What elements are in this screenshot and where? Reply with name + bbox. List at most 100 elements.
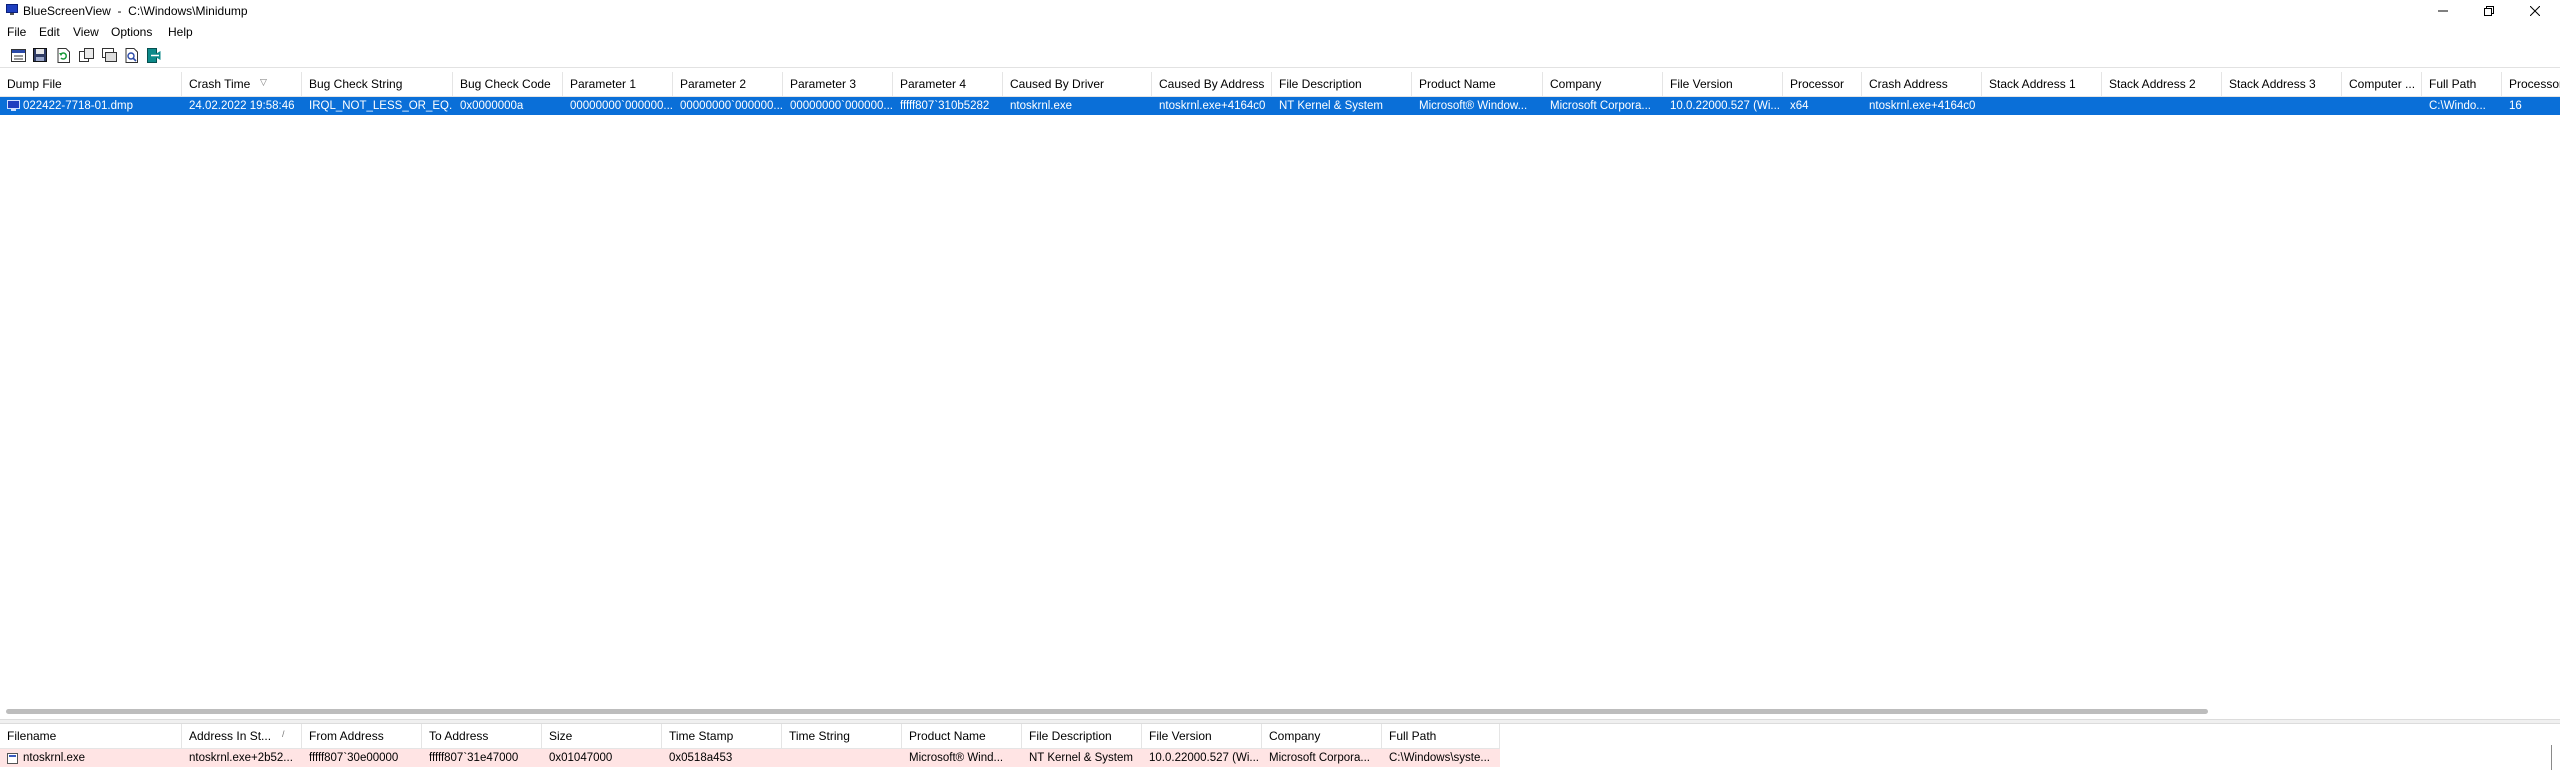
- cell-file-version: 10.0.22000.527 (Wi...: [1149, 752, 1259, 764]
- copy-icon: [78, 48, 94, 62]
- col-product-name[interactable]: Product Name: [1412, 72, 1543, 96]
- sort-ascending-icon: /: [282, 729, 285, 739]
- col-caused-by-driver[interactable]: Caused By Driver: [1003, 72, 1152, 96]
- cell-stack-address-1: [1982, 97, 2102, 115]
- close-button[interactable]: [2512, 0, 2558, 22]
- cell-crash-address: ntoskrnl.exe+4164c0: [1869, 100, 1976, 112]
- cell-from-address: fffff807`30e00000: [309, 752, 399, 764]
- cell-file-description: NT Kernel & System: [1279, 100, 1383, 112]
- cell-caused-by-driver: ntoskrnl.exe: [1010, 100, 1073, 112]
- cell-full-path: C:\Windo...: [2429, 100, 2486, 112]
- col-filename[interactable]: Filename: [0, 724, 182, 748]
- menu-edit[interactable]: Edit: [39, 25, 60, 39]
- col-computer-name[interactable]: Computer ...: [2342, 72, 2422, 96]
- refresh-button[interactable]: [55, 47, 71, 63]
- col-bug-check-string[interactable]: Bug Check String: [302, 72, 453, 96]
- dumps-table-header: Dump File Crash Time ▽ Bug Check String …: [0, 72, 2560, 97]
- col-stack-address-1[interactable]: Stack Address 1: [1982, 72, 2102, 96]
- menu-view[interactable]: View: [73, 25, 99, 39]
- menu-options[interactable]: Options: [111, 25, 152, 39]
- cell-full-path: C:\Windows\syste...: [1389, 752, 1490, 764]
- table-row[interactable]: 022422-7718-01.dmp 24.02.2022 19:58:46 I…: [0, 97, 2560, 115]
- cell-company: Microsoft Corpora...: [1550, 100, 1651, 112]
- cell-crash-time: 24.02.2022 19:58:46: [189, 100, 295, 112]
- cell-dump-file: 022422-7718-01.dmp: [23, 100, 133, 112]
- cell-file-description: NT Kernel & System: [1029, 752, 1133, 764]
- col-to-address[interactable]: To Address: [422, 724, 542, 748]
- col-processor[interactable]: Processor: [1783, 72, 1862, 96]
- cell-to-address: fffff807`31e47000: [429, 752, 519, 764]
- cell-company: Microsoft Corpora...: [1269, 752, 1370, 764]
- col-bug-check-code[interactable]: Bug Check Code: [453, 72, 563, 96]
- col-time-string[interactable]: Time String: [782, 724, 902, 748]
- col-parameter-2[interactable]: Parameter 2: [673, 72, 783, 96]
- col-parameter-4[interactable]: Parameter 4: [893, 72, 1003, 96]
- cell-bug-check-code: 0x0000000a: [460, 100, 524, 112]
- find-icon: [125, 47, 138, 63]
- table-row[interactable]: ntoskrnl.exe ntoskrnl.exe+2b52... fffff8…: [0, 749, 1500, 767]
- minimize-icon: [2438, 10, 2448, 12]
- restore-button[interactable]: [2466, 0, 2512, 22]
- col-from-address[interactable]: From Address: [302, 724, 422, 748]
- cell-address-in-stack: ntoskrnl.exe+2b52...: [189, 752, 293, 764]
- cell-bug-check-string: IRQL_NOT_LESS_OR_EQ...: [309, 100, 453, 112]
- col-caused-by-address[interactable]: Caused By Address: [1152, 72, 1272, 96]
- col-size[interactable]: Size: [542, 724, 662, 748]
- col-dump-file[interactable]: Dump File: [0, 72, 182, 96]
- toolbar: [0, 43, 2560, 68]
- find-button[interactable]: [124, 47, 140, 63]
- col-stack-address-3[interactable]: Stack Address 3: [2222, 72, 2342, 96]
- cell-time-stamp: 0x0518a453: [669, 752, 733, 764]
- close-icon: [2530, 6, 2540, 16]
- col-crash-time[interactable]: Crash Time: [182, 72, 302, 96]
- cell-file-version: 10.0.22000.527 (Wi...: [1670, 100, 1780, 112]
- html-report-icon: [101, 48, 117, 62]
- col-product-name[interactable]: Product Name: [902, 724, 1022, 748]
- vertical-scrollbar[interactable]: [2551, 745, 2552, 770]
- exit-icon: [147, 47, 161, 63]
- properties-icon: [10, 48, 26, 62]
- cell-parameter-1: 00000000`000000...: [570, 100, 673, 112]
- scrollbar-thumb[interactable]: [6, 709, 2208, 714]
- cell-product-name: Microsoft® Window...: [1419, 100, 1528, 112]
- html-report-button[interactable]: [101, 47, 117, 63]
- horizontal-scrollbar[interactable]: [0, 706, 2560, 718]
- exit-button[interactable]: [146, 47, 162, 63]
- col-full-path[interactable]: Full Path: [1382, 724, 1500, 748]
- col-full-path[interactable]: Full Path: [2422, 72, 2502, 96]
- app-icon: [6, 4, 18, 15]
- col-company[interactable]: Company: [1543, 72, 1663, 96]
- save-icon: [33, 48, 47, 62]
- cell-parameter-3: 00000000`000000...: [790, 100, 893, 112]
- restore-icon: [2484, 6, 2494, 16]
- col-stack-address-2[interactable]: Stack Address 2: [2102, 72, 2222, 96]
- col-parameter-1[interactable]: Parameter 1: [563, 72, 673, 96]
- save-button[interactable]: [32, 47, 48, 63]
- cell-stack-address-2: [2102, 97, 2222, 115]
- cell-product-name: Microsoft® Wind...: [909, 752, 1004, 764]
- properties-button[interactable]: [10, 47, 26, 63]
- col-file-version[interactable]: File Version: [1142, 724, 1262, 748]
- col-processors-count[interactable]: Processors: [2502, 72, 2560, 96]
- col-file-version[interactable]: File Version: [1663, 72, 1783, 96]
- col-company[interactable]: Company: [1262, 724, 1382, 748]
- refresh-icon: [57, 47, 70, 63]
- window-title: BlueScreenView - C:\Windows\Minidump: [23, 4, 248, 18]
- col-file-description[interactable]: File Description: [1272, 72, 1412, 96]
- cell-parameter-4: fffff807`310b5282: [900, 100, 990, 112]
- col-crash-address[interactable]: Crash Address: [1862, 72, 1982, 96]
- menu-help[interactable]: Help: [168, 25, 193, 39]
- col-parameter-3[interactable]: Parameter 3: [783, 72, 893, 96]
- menu-bar: File Edit View Options Help: [0, 23, 2560, 41]
- cell-time-string: [782, 749, 902, 767]
- minimize-button[interactable]: [2420, 0, 2466, 22]
- col-time-stamp[interactable]: Time Stamp: [662, 724, 782, 748]
- menu-file[interactable]: File: [7, 25, 26, 39]
- cell-stack-address-3: [2222, 97, 2342, 115]
- cell-processor: x64: [1790, 100, 1809, 112]
- col-file-description[interactable]: File Description: [1022, 724, 1142, 748]
- copy-button[interactable]: [78, 47, 94, 63]
- cell-computer-name: [2342, 97, 2422, 115]
- cell-parameter-2: 00000000`000000...: [680, 100, 783, 112]
- cell-caused-by-address: ntoskrnl.exe+4164c0: [1159, 100, 1266, 112]
